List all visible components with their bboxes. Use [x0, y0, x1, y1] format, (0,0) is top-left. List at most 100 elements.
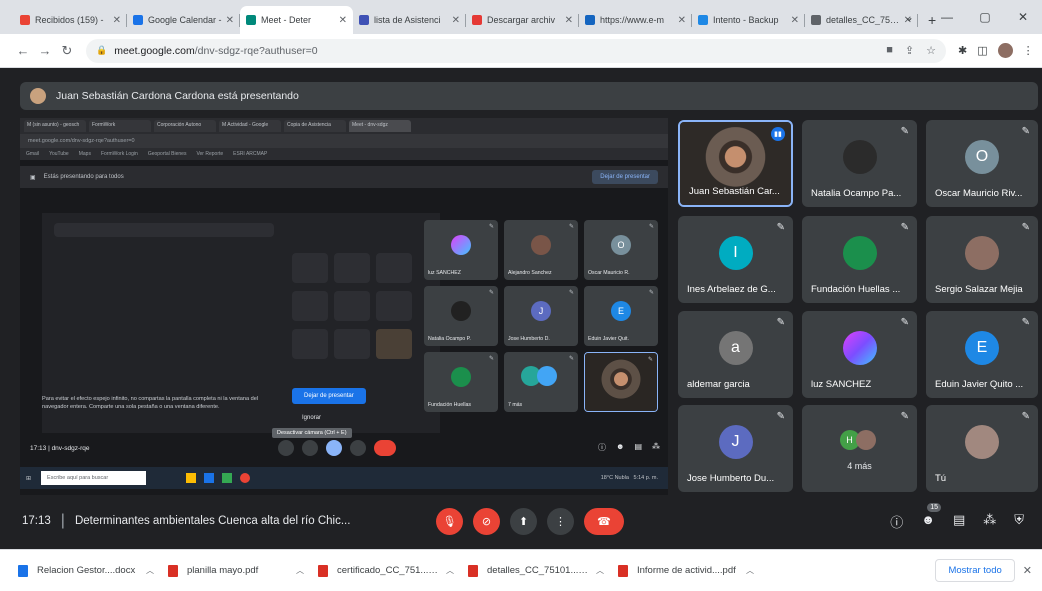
lock-icon: 🔒 [96, 45, 108, 55]
meeting-details-button[interactable]: ⓘ [890, 512, 903, 531]
download-item[interactable]: certificado_CC_751....pdf ︿ [318, 564, 468, 577]
sidebar-icon[interactable]: ◫ [977, 44, 987, 57]
tab-close-icon[interactable]: ✕ [791, 15, 799, 26]
forward-button[interactable]: → [34, 43, 56, 58]
chevron-up-icon[interactable]: ︿ [596, 565, 604, 576]
shared-participant-name: Alejandro Sanchez [508, 270, 552, 276]
participant-tile[interactable]: ✎ Fundación Huellas ... [802, 216, 917, 303]
participant-tile[interactable]: a ✎ aldemar garcia [678, 311, 793, 398]
shared-participant-tile: ✎ Alejandro Sanchez [504, 220, 578, 280]
mic-muted-icon: ✎ [900, 317, 909, 328]
minimize-button[interactable]: — [928, 10, 966, 24]
shared-info-icon: ⓘ [598, 443, 607, 452]
shared-presenting-label: Estás presentando para todos [43, 174, 124, 180]
meeting-title: Determinantes ambientales Cuenca alta de… [74, 515, 351, 527]
chat-button[interactable]: ▤ [953, 512, 965, 531]
shared-address-bar: meet.google.com/dnv-sdgz-rqe?authuser=0 [20, 134, 668, 148]
tab-close-icon[interactable]: ✕ [226, 15, 234, 26]
close-window-button[interactable]: ✕ [1004, 10, 1042, 24]
participant-name: aldemar garcia [687, 379, 750, 390]
participant-tile[interactable]: E ✎ Eduin Javier Quito ... [926, 311, 1038, 398]
tab-close-icon[interactable]: ✕ [678, 15, 686, 26]
tab-favicon-icon [585, 15, 595, 25]
participant-tile[interactable]: H ✎ 4 más [802, 405, 917, 492]
bookmark-star-icon[interactable]: ☆ [926, 44, 936, 57]
chevron-up-icon[interactable]: ︿ [296, 565, 304, 576]
shared-tab: M (sin asunto) - geosch [24, 120, 86, 132]
shared-avatar [531, 235, 551, 256]
mirror-block [334, 253, 370, 283]
participant-tile[interactable]: I ✎ Ines Arbelaez de G... [678, 216, 793, 303]
tab-favicon-icon [472, 15, 482, 25]
more-options-button[interactable]: ⋮ [547, 508, 574, 535]
participants-button[interactable]: ☻ 15 [921, 503, 942, 531]
participant-tile[interactable]: O ✎ Oscar Mauricio Riv... [926, 120, 1038, 207]
camera-icon[interactable]: ■ [886, 44, 893, 57]
camera-off-icon: ⊘ [481, 516, 492, 528]
shared-participant-name: Jose Humberto D. [508, 336, 550, 342]
meet-control-bar: 17:13 | Determinantes ambientales Cuenca… [0, 500, 1042, 542]
chevron-down-icon[interactable]: ⌄ [890, 10, 928, 24]
divider: | [60, 512, 65, 529]
shared-avatar [451, 367, 471, 388]
address-bar[interactable]: 🔒 meet.google.com/dnv-sdgz-rqe?authuser=… [86, 38, 946, 63]
browser-tab[interactable]: https://www.e-m ✕ [579, 6, 692, 34]
shared-screen: M (sin asunto) - geosch FormWork Corporaci… [20, 118, 668, 495]
browser-tab[interactable]: Meet - Deter ✕ [240, 6, 353, 34]
leave-call-button[interactable]: ☎ [584, 508, 624, 535]
close-downloads-icon[interactable]: ✕ [1023, 564, 1032, 577]
download-item[interactable]: detalles_CC_75101....pdf ︿ [468, 564, 618, 577]
chevron-up-icon[interactable]: ︿ [146, 565, 154, 576]
tab-close-icon[interactable]: ✕ [113, 15, 121, 26]
download-item[interactable]: Relacion Gestor....docx ︿ [18, 564, 168, 577]
shared-participant-tile: ✎ 7 más [504, 352, 578, 412]
maximize-button[interactable]: ▢ [966, 10, 1004, 24]
taskbar-app-icon [204, 473, 215, 483]
participant-tile[interactable]: ✎ Tú [926, 405, 1038, 492]
share-icon[interactable]: ⇪ [905, 44, 914, 57]
mirror-block [334, 291, 370, 321]
show-all-downloads-button[interactable]: Mostrar todo [935, 559, 1015, 582]
participant-tile[interactable]: ▮▮ Juan Sebastián Car... [678, 120, 793, 207]
browser-tab[interactable]: Intento - Backup ✕ [692, 6, 805, 34]
activities-button[interactable]: ⁂ [983, 512, 996, 531]
mic-muted-icon: ✎ [776, 317, 785, 328]
chevron-up-icon[interactable]: ︿ [746, 565, 754, 576]
present-screen-button[interactable]: ⬆ [510, 508, 537, 535]
shared-time-code: 17:13 | dnv-sdgz-rqe [30, 444, 90, 452]
browser-tab[interactable]: Descargar archiv ✕ [466, 6, 579, 34]
participant-tile[interactable]: ✎ Sergio Salazar Mejia [926, 216, 1038, 303]
participant-name: Oscar Mauricio Riv... [935, 188, 1023, 199]
download-item[interactable]: Informe de activid....pdf ︿ [618, 564, 768, 577]
download-item[interactable]: planilla mayo.pdf ︿ [168, 564, 318, 577]
participant-tile[interactable]: ✎ luz SANCHEZ [802, 311, 917, 398]
participant-tile[interactable]: ✎ Natalia Ocampo Pa... [802, 120, 917, 207]
reload-button[interactable]: ↻ [56, 43, 78, 59]
mic-off-button[interactable]: 🎙 [436, 508, 463, 535]
call-controls: 🎙 ⊘ ⬆ ⋮ ☎ [436, 508, 624, 535]
shared-more-icon [350, 440, 366, 456]
extensions-area: ✱ ◫ ⋮ [958, 43, 1034, 58]
tab-close-icon[interactable]: ✕ [565, 15, 573, 26]
taskbar-app-icon [240, 473, 251, 483]
mic-muted-icon: ✎ [900, 126, 909, 137]
tab-close-icon[interactable]: ✕ [339, 15, 347, 26]
url-host: meet.google.com [114, 44, 195, 57]
chevron-up-icon[interactable]: ︿ [446, 565, 454, 576]
camera-off-button[interactable]: ⊘ [473, 508, 500, 535]
shared-self-video [585, 353, 657, 411]
shared-mute-icon: ✎ [648, 290, 654, 296]
back-button[interactable]: ← [12, 43, 34, 58]
profile-avatar[interactable] [997, 43, 1013, 58]
menu-icon[interactable]: ⋮ [1023, 44, 1034, 57]
download-filename: planilla mayo.pdf [187, 565, 259, 576]
browser-tab[interactable]: Google Calendar - ✕ [127, 6, 240, 34]
participant-tile[interactable]: J ✎ Jose Humberto Du... [678, 405, 793, 492]
tab-title: Meet - Deter [261, 15, 312, 25]
tab-close-icon[interactable]: ✕ [452, 15, 460, 26]
browser-tab[interactable]: lista de Asistenci ✕ [353, 6, 466, 34]
participant-name: 4 más [847, 461, 872, 471]
browser-tab[interactable]: Recibidos (159) - ✕ [14, 6, 127, 34]
host-controls-button[interactable]: ⛨ [1014, 512, 1024, 531]
extension-icon[interactable]: ✱ [958, 44, 967, 57]
